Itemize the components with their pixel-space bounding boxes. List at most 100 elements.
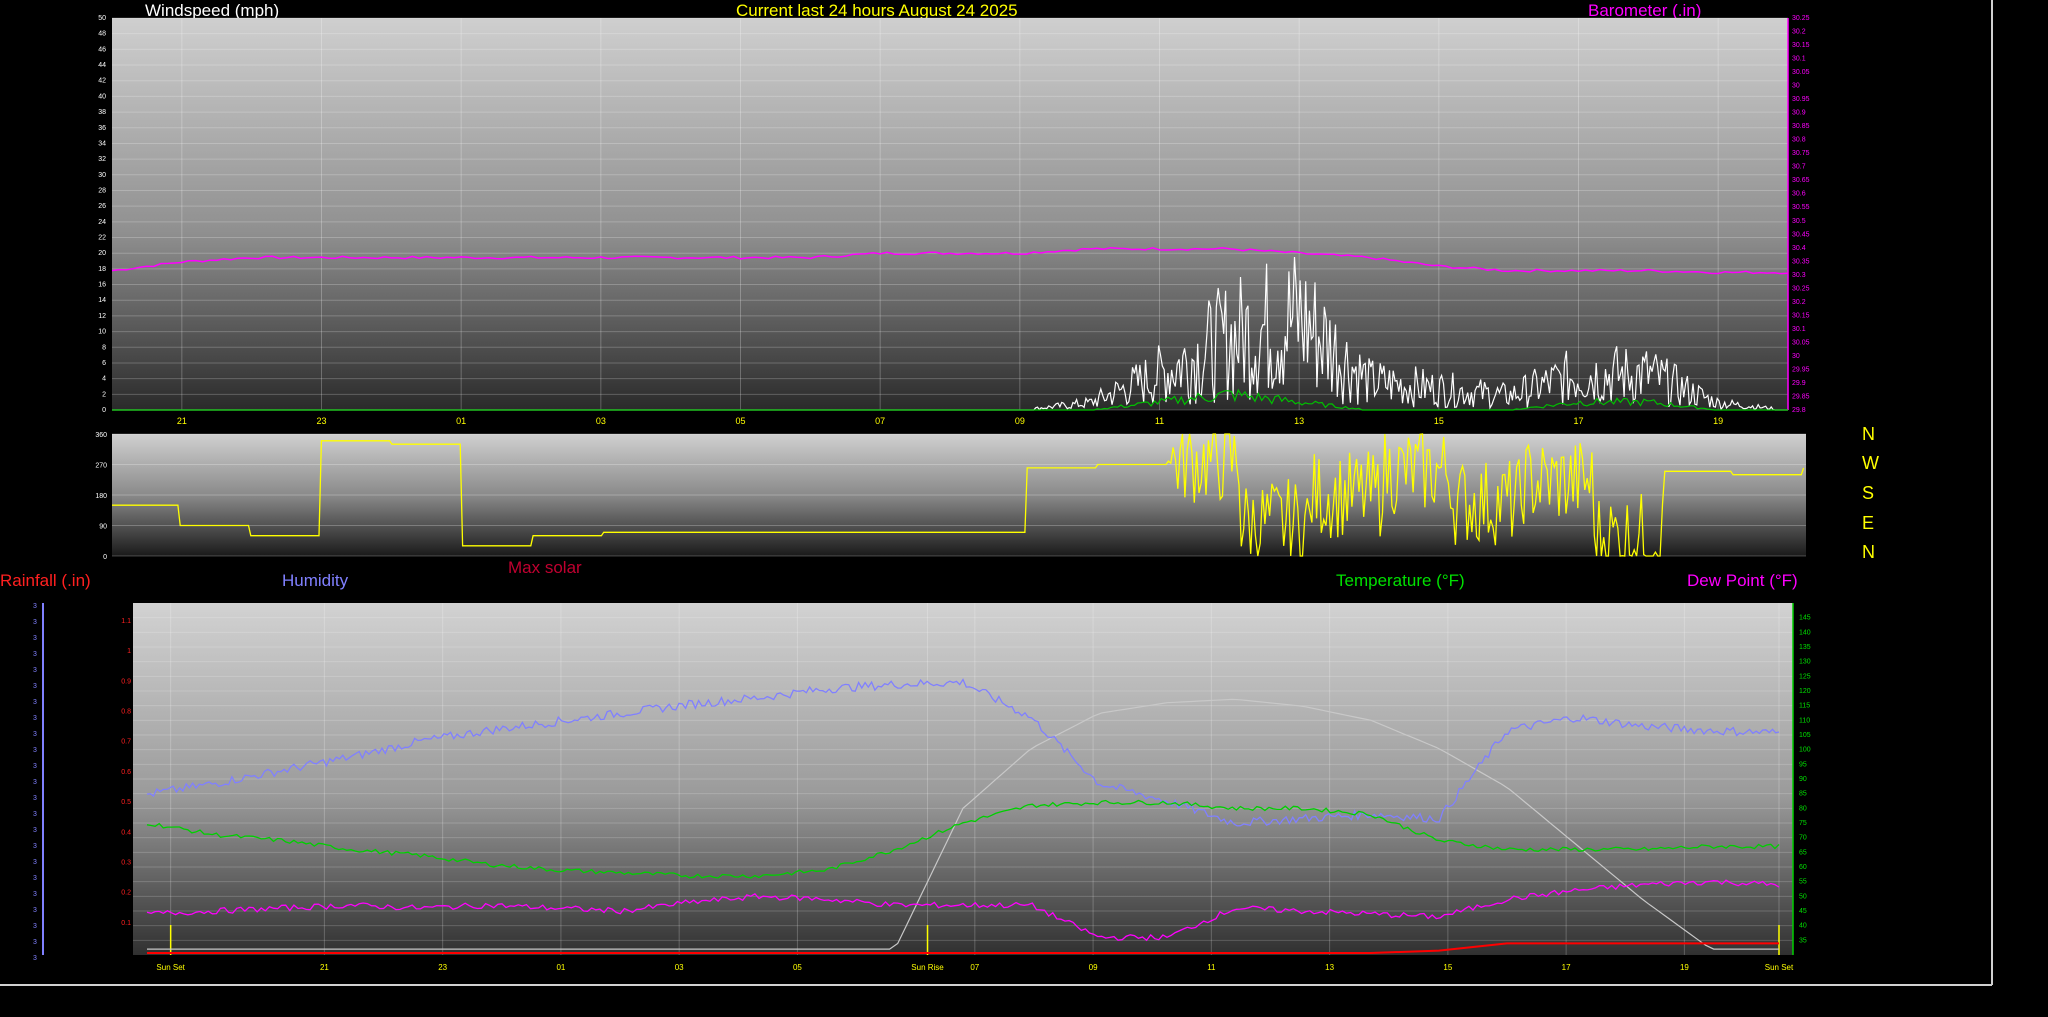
- barometer-ytick-label: 30.85: [1792, 123, 1810, 130]
- barometer-ytick-label: 30.2: [1792, 299, 1806, 306]
- barometer-ytick-label: 29.8: [1792, 407, 1806, 414]
- rain-axis-label: 3: [33, 699, 37, 706]
- top-xtick-label: 09: [1015, 416, 1025, 426]
- bottom-xtick-label: 05: [793, 963, 802, 972]
- top-xtick-label: 05: [735, 416, 745, 426]
- top-ytick-label: 36: [98, 125, 106, 132]
- rain-ytick-label: 1.1: [121, 618, 131, 625]
- barometer-ytick-label: 30.5: [1792, 218, 1806, 225]
- temperature-ytick-label: 130: [1799, 659, 1811, 666]
- barometer-ytick-label: 30.75: [1792, 150, 1810, 157]
- top-ytick-label: 28: [98, 187, 106, 194]
- temperature-ytick-label: 110: [1799, 717, 1810, 724]
- rain-ytick-label: 0.1: [121, 920, 131, 927]
- temperature-ytick-label: 40: [1799, 923, 1807, 930]
- rain-axis-label: 3: [33, 811, 37, 818]
- barometer-ytick-label: 30.15: [1792, 312, 1810, 319]
- rain-axis-label: 3: [33, 891, 37, 898]
- top-xtick-label: 15: [1434, 416, 1444, 426]
- bottom-xtick-label: 13: [1325, 963, 1334, 972]
- rain-axis-label: 3: [33, 939, 37, 946]
- barometer-ytick-label: 30.05: [1792, 339, 1810, 346]
- temperature-ytick-label: 140: [1799, 629, 1811, 636]
- rain-axis-label: 3: [33, 955, 37, 962]
- top-ytick-label: 22: [98, 235, 106, 242]
- temperature-ytick-label: 35: [1799, 937, 1807, 944]
- weather-charts: 0246810121416182022242628303234363840424…: [0, 0, 1993, 986]
- rain-ytick-label: 0.7: [121, 739, 131, 746]
- bottom-xtick-label: 15: [1443, 963, 1452, 972]
- barometer-ytick-label: 30.65: [1792, 177, 1810, 184]
- rain-axis-label: 3: [33, 683, 37, 690]
- top-ytick-label: 12: [98, 313, 106, 320]
- top-ytick-label: 40: [98, 93, 106, 100]
- rain-ytick-label: 1: [127, 648, 131, 655]
- temperature-ytick-label: 55: [1799, 879, 1807, 886]
- rain-axis-label: 3: [33, 923, 37, 930]
- top-ytick-label: 44: [98, 62, 106, 69]
- barometer-ytick-label: 30.35: [1792, 258, 1810, 265]
- rain-axis-label: 3: [33, 827, 37, 834]
- barometer-ytick-label: 30.25: [1792, 15, 1810, 22]
- temperature-ytick-label: 65: [1799, 849, 1807, 856]
- bottom-xtick-label: 03: [675, 963, 684, 972]
- barometer-ytick-label: 30.9: [1792, 110, 1806, 117]
- bottom-xtick-label: 01: [556, 963, 565, 972]
- rain-axis-label: 3: [33, 651, 37, 658]
- temperature-ytick-label: 85: [1799, 791, 1807, 798]
- top-ytick-label: 10: [98, 329, 106, 336]
- bottom-xtick-label: 17: [1562, 963, 1571, 972]
- barometer-ytick-label: 30.8: [1792, 137, 1806, 144]
- top-ytick-label: 32: [98, 156, 106, 163]
- barometer-ytick-label: 30.1: [1792, 56, 1806, 63]
- top-xtick-label: 07: [875, 416, 885, 426]
- barometer-ytick-label: 29.85: [1792, 393, 1810, 400]
- barometer-ytick-label: 30.2: [1792, 29, 1806, 36]
- direction-ytick-label: 90: [99, 524, 107, 531]
- bottom-xtick-label: 07: [970, 963, 979, 972]
- top-ytick-label: 30: [98, 172, 106, 179]
- rain-ytick-label: 0.9: [121, 678, 131, 685]
- temperature-ytick-label: 135: [1799, 644, 1811, 651]
- top-ytick-label: 42: [98, 78, 106, 85]
- top-xtick-label: 23: [316, 416, 326, 426]
- barometer-ytick-label: 30.05: [1792, 69, 1810, 76]
- barometer-ytick-label: 30.55: [1792, 204, 1810, 211]
- top-ytick-label: 8: [102, 344, 106, 351]
- bottom-xtick-label: 09: [1089, 963, 1098, 972]
- top-ytick-label: 48: [98, 31, 106, 38]
- temperature-ytick-label: 50: [1799, 893, 1807, 900]
- temperature-ytick-label: 95: [1799, 761, 1807, 768]
- rain-axis-label: 3: [33, 667, 37, 674]
- temperature-ytick-label: 115: [1799, 703, 1810, 710]
- barometer-ytick-label: 30.95: [1792, 96, 1810, 103]
- top-ytick-label: 24: [98, 219, 106, 226]
- top-ytick-label: 6: [102, 360, 106, 367]
- rain-axis-label: 3: [33, 715, 37, 722]
- temperature-ytick-label: 100: [1799, 747, 1811, 754]
- top-ytick-label: 26: [98, 203, 106, 210]
- barometer-ytick-label: 30.7: [1792, 164, 1806, 171]
- top-ytick-label: 4: [102, 376, 106, 383]
- rain-axis-label: 3: [33, 763, 37, 770]
- temperature-ytick-label: 90: [1799, 776, 1807, 783]
- direction-ytick-label: 270: [95, 463, 107, 470]
- rain-axis-label: 3: [33, 747, 37, 754]
- direction-ytick-label: 180: [95, 493, 107, 500]
- rain-ytick-label: 0.4: [121, 829, 131, 836]
- rain-axis-label: 3: [33, 907, 37, 914]
- rain-axis-label: 3: [33, 843, 37, 850]
- rain-axis-label: 3: [33, 795, 37, 802]
- top-ytick-label: 18: [98, 266, 106, 273]
- bottom-xtick-label: 19: [1680, 963, 1689, 972]
- rain-axis-label: 3: [33, 875, 37, 882]
- bottom-xtick-label: 21: [320, 963, 329, 972]
- bottom-xtick-label: Sun Set: [156, 963, 185, 972]
- bottom-xtick-label: 11: [1207, 963, 1216, 972]
- top-ytick-label: 2: [102, 391, 106, 398]
- rain-axis-label: 3: [33, 635, 37, 642]
- temperature-ytick-label: 60: [1799, 864, 1807, 871]
- top-xtick-label: 17: [1573, 416, 1583, 426]
- barometer-ytick-label: 30.15: [1792, 42, 1810, 49]
- direction-ytick-label: 360: [95, 432, 107, 439]
